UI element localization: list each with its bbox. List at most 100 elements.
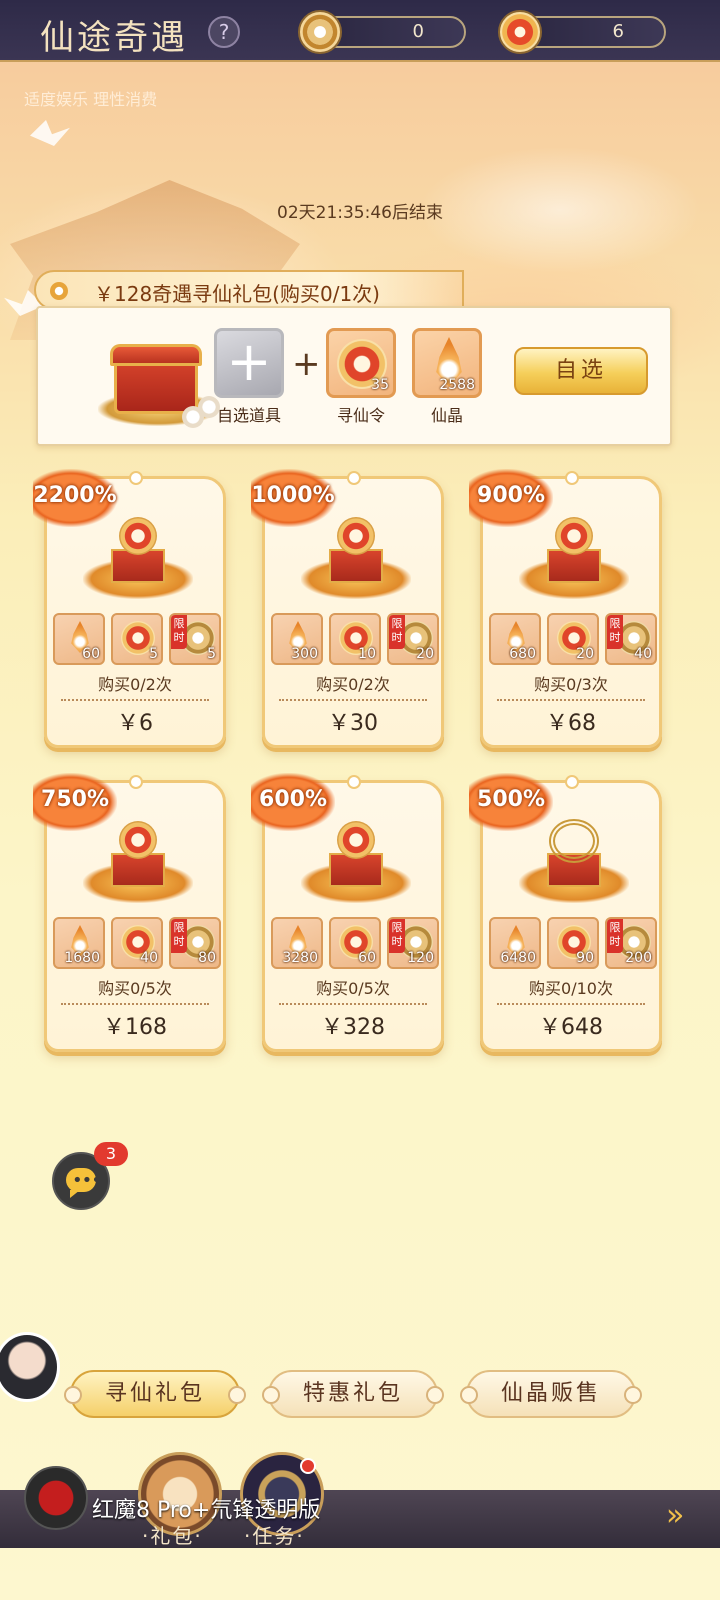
item-count: 300 — [291, 646, 318, 662]
card-gem-decoration — [129, 775, 143, 789]
coin-icon[interactable] — [298, 10, 342, 54]
next-arrow-icon[interactable]: » — [666, 1498, 684, 1533]
crystal-item[interactable]: 300 — [271, 613, 323, 665]
pack-card[interactable]: 600% 3280 60 限时 120 购买0/5次 ￥328 — [251, 773, 444, 1052]
limited-time-tag: 限时 — [389, 919, 405, 953]
item-count: 40 — [634, 646, 652, 662]
coin-item[interactable]: 限时 120 — [387, 917, 439, 969]
coin-item[interactable]: 限时 200 — [605, 917, 657, 969]
limited-time-tag: 限时 — [171, 615, 187, 649]
choose-button[interactable]: 自选 — [514, 347, 648, 395]
nav-task-alert-dot — [300, 1458, 316, 1474]
pack-card[interactable]: 500% 6480 90 限时 200 购买0/10次 ￥648 — [469, 773, 662, 1052]
currency-token-value: 6 — [612, 21, 624, 42]
limited-time-tag: 限时 — [607, 615, 623, 649]
token-item[interactable]: 90 — [547, 917, 599, 969]
token-item[interactable]: 20 — [547, 613, 599, 665]
treasure-chest-icon — [301, 817, 411, 907]
card-gem-decoration — [129, 471, 143, 485]
slot-label-optional: 自选道具 — [216, 406, 281, 425]
tab-special-pack[interactable]: 特惠礼包 — [262, 1370, 444, 1418]
treasure-chest-icon — [83, 817, 193, 907]
price-button[interactable]: ￥328 — [265, 1009, 441, 1041]
tab-crystal-shop[interactable]: 仙晶贩售 — [460, 1370, 642, 1418]
crystal-item-slot[interactable]: 2588 — [412, 328, 482, 398]
item-count: 60 — [358, 950, 376, 966]
item-count: 5 — [207, 646, 216, 662]
plus-sign: + — [292, 344, 321, 384]
token-item-slot[interactable]: 35 — [326, 328, 396, 398]
tab-xunxian-pack[interactable]: 寻仙礼包 — [64, 1370, 246, 1418]
pack-items: 1680 40 限时 80 — [53, 917, 221, 971]
item-count: 6480 — [500, 950, 536, 966]
item-count: 20 — [416, 646, 434, 662]
card-gem-decoration — [565, 775, 579, 789]
item-count: 90 — [576, 950, 594, 966]
limited-time-tag: 限时 — [607, 919, 623, 953]
divider — [61, 1003, 209, 1005]
coin-item[interactable]: 限时 80 — [169, 917, 221, 969]
pack-items: 6480 90 限时 200 — [489, 917, 657, 971]
featured-pack-title: ￥128奇遇寻仙礼包(购买0/1次) — [94, 282, 380, 306]
avatar[interactable] — [0, 1332, 60, 1402]
price-button[interactable]: ￥30 — [265, 705, 441, 737]
token-item[interactable]: 5 — [111, 613, 163, 665]
slot-count: 35 — [371, 377, 389, 393]
limited-time-tag: 限时 — [389, 615, 405, 649]
pack-card[interactable]: 750% 1680 40 限时 80 购买0/5次 ￥168 — [33, 773, 226, 1052]
card-gem-decoration — [347, 775, 361, 789]
coin-item[interactable]: 限时 5 — [169, 613, 221, 665]
pack-items: 3280 60 限时 120 — [271, 917, 439, 971]
item-count: 60 — [82, 646, 100, 662]
featured-pack-banner: ￥128奇遇寻仙礼包(购买0/1次) — [34, 270, 464, 310]
divider — [279, 699, 427, 701]
top-bar: 仙途奇遇 ? 0 6 — [0, 0, 720, 62]
crystal-item[interactable]: 3280 — [271, 917, 323, 969]
pack-card[interactable]: 900% 680 20 限时 40 购买0/3次 ￥68 — [469, 469, 662, 748]
brand-logo-icon — [24, 1466, 88, 1530]
token-icon[interactable] — [498, 10, 542, 54]
price-button[interactable]: ￥648 — [483, 1009, 659, 1041]
optional-item-slot[interactable]: + — [214, 328, 284, 398]
item-count: 200 — [625, 950, 652, 966]
purchase-limit: 购买0/3次 — [534, 675, 608, 694]
treasure-chest-icon — [83, 513, 193, 603]
item-count: 10 — [358, 646, 376, 662]
item-count: 20 — [576, 646, 594, 662]
card-gem-decoration — [565, 471, 579, 485]
pack-items: 680 20 限时 40 — [489, 613, 657, 667]
pack-card[interactable]: 1000% 300 10 限时 20 购买0/2次 ￥30 — [251, 469, 444, 748]
pack-card[interactable]: 2200% 60 5 限时 5 购买0/2次 ￥6 — [33, 469, 226, 748]
treasure-chest-icon — [301, 513, 411, 603]
pack-items: 60 5 限时 5 — [53, 613, 221, 667]
token-item[interactable]: 10 — [329, 613, 381, 665]
crystal-item[interactable]: 680 — [489, 613, 541, 665]
page-title: 仙途奇遇 — [40, 18, 188, 58]
item-count: 1680 — [64, 950, 100, 966]
bird-decoration — [30, 120, 70, 146]
item-count: 5 — [149, 646, 158, 662]
token-item[interactable]: 60 — [329, 917, 381, 969]
crystal-item[interactable]: 60 — [53, 613, 105, 665]
treasure-chest-icon — [519, 513, 629, 603]
coin-item[interactable]: 限时 40 — [605, 613, 657, 665]
healthy-play-notice: 适度娱乐 理性消费 — [24, 90, 158, 109]
price-button[interactable]: ￥6 — [47, 705, 223, 737]
event-countdown: 02天21:35:46后结束 — [277, 203, 443, 223]
purchase-limit: 购买0/10次 — [529, 979, 613, 998]
price-button[interactable]: ￥68 — [483, 705, 659, 737]
purchase-limit: 购买0/2次 — [316, 675, 390, 694]
divider — [497, 699, 645, 701]
price-button[interactable]: ￥168 — [47, 1009, 223, 1041]
crystal-item[interactable]: 6480 — [489, 917, 541, 969]
gold-rings-chest-icon — [519, 817, 629, 907]
limited-time-tag: 限时 — [171, 919, 187, 953]
card-gem-decoration — [347, 471, 361, 485]
token-item[interactable]: 40 — [111, 917, 163, 969]
purchase-limit: 购买0/5次 — [98, 979, 172, 998]
question-icon[interactable]: ? — [208, 16, 240, 48]
coin-item[interactable]: 限时 20 — [387, 613, 439, 665]
nav-gift-label: ·礼包· — [142, 1524, 203, 1548]
device-watermark-text: 红魔8 Pro+氘锋透明版 — [92, 1498, 321, 1523]
crystal-item[interactable]: 1680 — [53, 917, 105, 969]
